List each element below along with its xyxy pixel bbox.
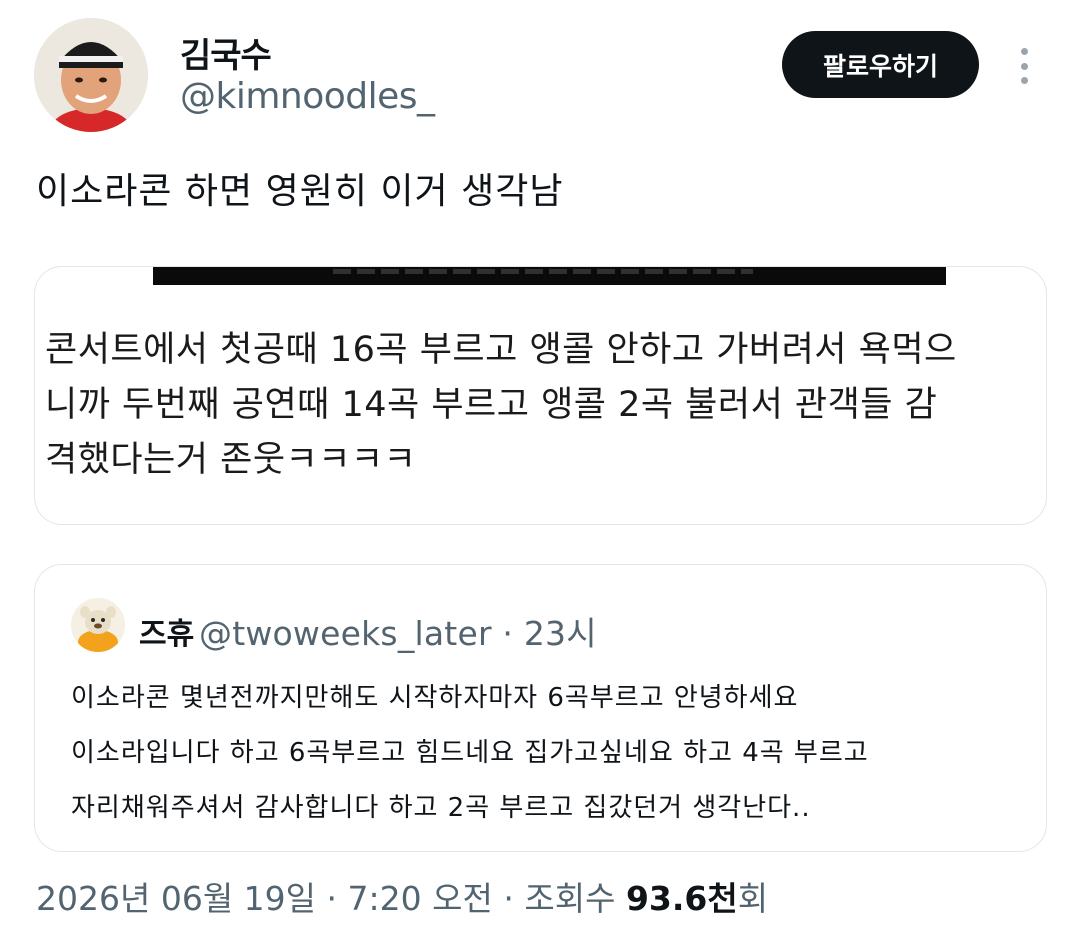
quote-line: 이소라입니다 하고 6곡부르고 힘드네요 집가고싶네요 하고 4곡 부르고 (71, 738, 869, 768)
tweet-time[interactable]: 7:20 오전 (348, 879, 493, 918)
more-dot (1020, 48, 1028, 55)
quote-line: 자리채워주셔서 감사합니다 하고 2곡 부르고 집갔던거 생각난다.. (71, 793, 811, 823)
more-dot (1020, 62, 1028, 70)
views-suffix: 회 (737, 879, 769, 918)
quote-author-handle[interactable]: @twoweeks_later (199, 614, 492, 653)
follow-button[interactable]: 팔로우하기 (782, 31, 979, 98)
quote-author-meta: @twoweeks_later · 23시 (199, 607, 597, 655)
more-dot (1020, 77, 1028, 84)
quoted-tweet-card[interactable]: 즈휴 @twoweeks_later · 23시 이소라콘 몇년전까지만해도 시… (34, 564, 1047, 852)
meta-separator: · (326, 879, 338, 918)
author-handle[interactable]: @kimnoodles_ (180, 76, 435, 117)
media-line: 콘서트에서 첫공때 16곡 부르고 앵콜 안하고 가버려서 욕먹으 (45, 330, 957, 370)
tweet-text: 이소라콘 하면 영원히 이거 생각남 (36, 171, 564, 212)
quote-author-avatar[interactable] (71, 598, 125, 652)
author-avatar[interactable] (34, 18, 148, 132)
views-count: 93.6천 (625, 879, 738, 918)
media-screenshot[interactable]: 콘서트에서 첫공때 16곡 부르고 앵콜 안하고 가버려서 욕먹으 니까 두번째… (34, 266, 1047, 525)
meta-separator: · (503, 879, 514, 918)
media-line: 니까 두번째 공연때 14곡 부르고 앵콜 2곡 불러서 관객들 감 (45, 385, 938, 425)
meta-separator: · (502, 614, 514, 653)
media-text: 콘서트에서 첫공때 16곡 부르고 앵콜 안하고 가버려서 욕먹으 니까 두번째… (45, 323, 1045, 488)
tweet-meta: 2026년 06월 19일 · 7:20 오전 · 조회수 93.6천회 (36, 872, 768, 920)
tweet-detail: 김국수 @kimnoodles_ 팔로우하기 이소라콘 하면 영원히 이거 생각… (0, 0, 1080, 941)
tweet-date[interactable]: 2026년 06월 19일 (36, 879, 316, 918)
quote-line: 이소라콘 몇년전까지만해도 시작하자마자 6곡부르고 안녕하세요 (71, 683, 799, 713)
media-top-strip (153, 267, 946, 285)
author-name[interactable]: 김국수 (180, 28, 272, 77)
media-strip-caption (333, 269, 753, 274)
media-line: 격했다는거 존웃ㅋㅋㅋㅋ (45, 440, 417, 480)
more-vertical-icon[interactable] (1008, 44, 1040, 88)
quote-text: 이소라콘 몇년전까지만해도 시작하자마자 6곡부르고 안녕하세요 이소라입니다 … (71, 671, 1031, 836)
views-label: 조회수 (524, 879, 616, 918)
quote-time[interactable]: 23시 (524, 614, 597, 653)
quote-author-name[interactable]: 즈휴 (139, 609, 194, 653)
